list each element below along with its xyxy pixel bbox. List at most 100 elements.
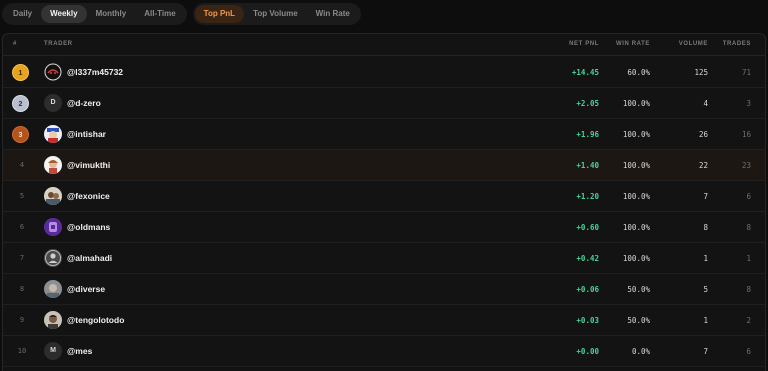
header-trader[interactable]: TRADER (44, 41, 73, 47)
character-avatar-icon (44, 125, 62, 143)
rank-number: 8 (19, 285, 25, 293)
volume-value: 5 (703, 285, 708, 294)
table-row[interactable]: 9 @tengolotodo +0.03 50.0% 1 2 (3, 305, 765, 336)
rank-number: 9 (19, 316, 25, 324)
trader-name[interactable]: @intishar (67, 119, 106, 150)
rank-number: 6 (19, 223, 25, 231)
win-rate-value: 100.0% (622, 223, 650, 232)
gold-medal-badge: 1 (12, 64, 29, 81)
avatar (44, 249, 62, 267)
net-pnl-value: +1.20 (576, 192, 599, 201)
header-rank: # (13, 41, 17, 47)
trader-name[interactable]: @diverse (67, 274, 105, 305)
rank-number: 4 (19, 161, 25, 169)
tab-win-rate[interactable]: Win Rate (307, 5, 359, 23)
avatar (44, 125, 62, 143)
volume-value: 8 (703, 223, 708, 232)
trader-name[interactable]: @mes (67, 336, 92, 367)
volume-value: 4 (703, 99, 708, 108)
filter-bar: Daily Weekly Monthly All-Time Top PnL To… (2, 3, 361, 25)
silver-medal-badge: 2 (12, 95, 29, 112)
avatar (44, 311, 62, 329)
net-pnl-value: +0.00 (576, 347, 599, 356)
tab-top-pnl[interactable]: Top PnL (194, 5, 245, 23)
win-rate-value: 100.0% (622, 161, 650, 170)
table-row[interactable]: 1 @l337m45732 +14.45 60.0% 125 71 (3, 57, 765, 88)
net-pnl-value: +0.03 (576, 316, 599, 325)
trader-name[interactable]: @l337m45732 (67, 57, 123, 88)
trades-value: 8 (746, 223, 751, 232)
volume-value: 7 (703, 347, 708, 356)
trades-value: 16 (741, 130, 751, 139)
trades-value: 8 (746, 285, 751, 294)
trader-name[interactable]: @d-zero (67, 88, 101, 119)
table-row[interactable]: 6 @oldmans +0.60 100.0% 8 8 (3, 212, 765, 243)
header-net-pnl[interactable]: NET PNL (569, 41, 599, 47)
trader-name[interactable]: @almahadi (67, 243, 112, 274)
table-row[interactable]: 5 @fexonice +1.20 100.0% 7 6 (3, 181, 765, 212)
tab-monthly[interactable]: Monthly (87, 5, 136, 23)
table-row[interactable]: 10 M @mes +0.00 0.0% 7 6 (3, 336, 765, 367)
trades-value: 3 (746, 99, 751, 108)
trades-value: 6 (746, 192, 751, 201)
tab-daily[interactable]: Daily (4, 5, 41, 23)
avatar (44, 156, 62, 174)
trades-value: 71 (741, 68, 751, 77)
win-rate-value: 100.0% (622, 254, 650, 263)
net-pnl-value: +0.60 (576, 223, 599, 232)
photo-avatar-icon (44, 280, 62, 298)
net-pnl-value: +14.45 (571, 68, 599, 77)
win-rate-value: 50.0% (627, 285, 650, 294)
avatar: M (44, 342, 62, 360)
table-header: # TRADER NET PNL WIN RATE VOLUME TRADES (3, 34, 765, 56)
header-win-rate[interactable]: WIN RATE (616, 41, 650, 47)
table-row[interactable]: 3 @intishar +1.96 100.0% 26 16 (3, 119, 765, 150)
bronze-medal-badge: 3 (12, 126, 29, 143)
net-pnl-value: +0.42 (576, 254, 599, 263)
trader-name[interactable]: @oldmans (67, 212, 110, 243)
volume-value: 125 (694, 68, 708, 77)
avatar (44, 280, 62, 298)
table-row-current-user[interactable]: 4 @vimukthi +1.40 100.0% 22 23 (3, 150, 765, 181)
rank-number: 5 (19, 192, 25, 200)
win-rate-value: 50.0% (627, 316, 650, 325)
header-trades[interactable]: TRADES (723, 41, 751, 47)
table-row[interactable]: 2 D @d-zero +2.05 100.0% 4 3 (3, 88, 765, 119)
trades-value: 1 (746, 254, 751, 263)
metric-tabs: Top PnL Top Volume Win Rate (192, 3, 361, 25)
header-volume[interactable]: VOLUME (679, 41, 708, 47)
net-pnl-value: +1.40 (576, 161, 599, 170)
win-rate-value: 100.0% (622, 192, 650, 201)
trades-value: 23 (741, 161, 751, 170)
trades-value: 6 (746, 347, 751, 356)
trader-name[interactable]: @vimukthi (67, 150, 110, 181)
avatar (44, 63, 62, 81)
cartoon-avatar-icon (44, 156, 62, 174)
net-pnl-value: +2.05 (576, 99, 599, 108)
tab-top-volume[interactable]: Top Volume (244, 5, 307, 23)
user-silhouette-icon (44, 249, 62, 267)
volume-value: 26 (698, 130, 708, 139)
avatar: D (44, 94, 62, 112)
purple-avatar-icon (44, 218, 62, 236)
trader-name[interactable]: @tengolotodo (67, 305, 124, 336)
win-rate-value: 100.0% (622, 130, 650, 139)
table-row[interactable]: 8 @diverse +0.06 50.0% 5 8 (3, 274, 765, 305)
photo-avatar-icon (44, 187, 62, 205)
period-tabs: Daily Weekly Monthly All-Time (2, 3, 187, 25)
volume-value: 7 (703, 192, 708, 201)
volume-value: 1 (703, 254, 708, 263)
tab-all-time[interactable]: All-Time (135, 5, 184, 23)
rank-number: 7 (19, 254, 25, 262)
leaderboard-table: # TRADER NET PNL WIN RATE VOLUME TRADES … (2, 33, 766, 371)
avatar (44, 218, 62, 236)
avatar (44, 187, 62, 205)
net-pnl-value: +1.96 (576, 130, 599, 139)
table-row[interactable]: 7 @almahadi +0.42 100.0% 1 1 (3, 243, 765, 274)
net-pnl-value: +0.06 (576, 285, 599, 294)
trades-value: 2 (746, 316, 751, 325)
trader-name[interactable]: @fexonice (67, 181, 110, 212)
photo-avatar-icon (44, 311, 62, 329)
tab-weekly[interactable]: Weekly (41, 5, 87, 23)
rank-number: 10 (17, 347, 27, 355)
